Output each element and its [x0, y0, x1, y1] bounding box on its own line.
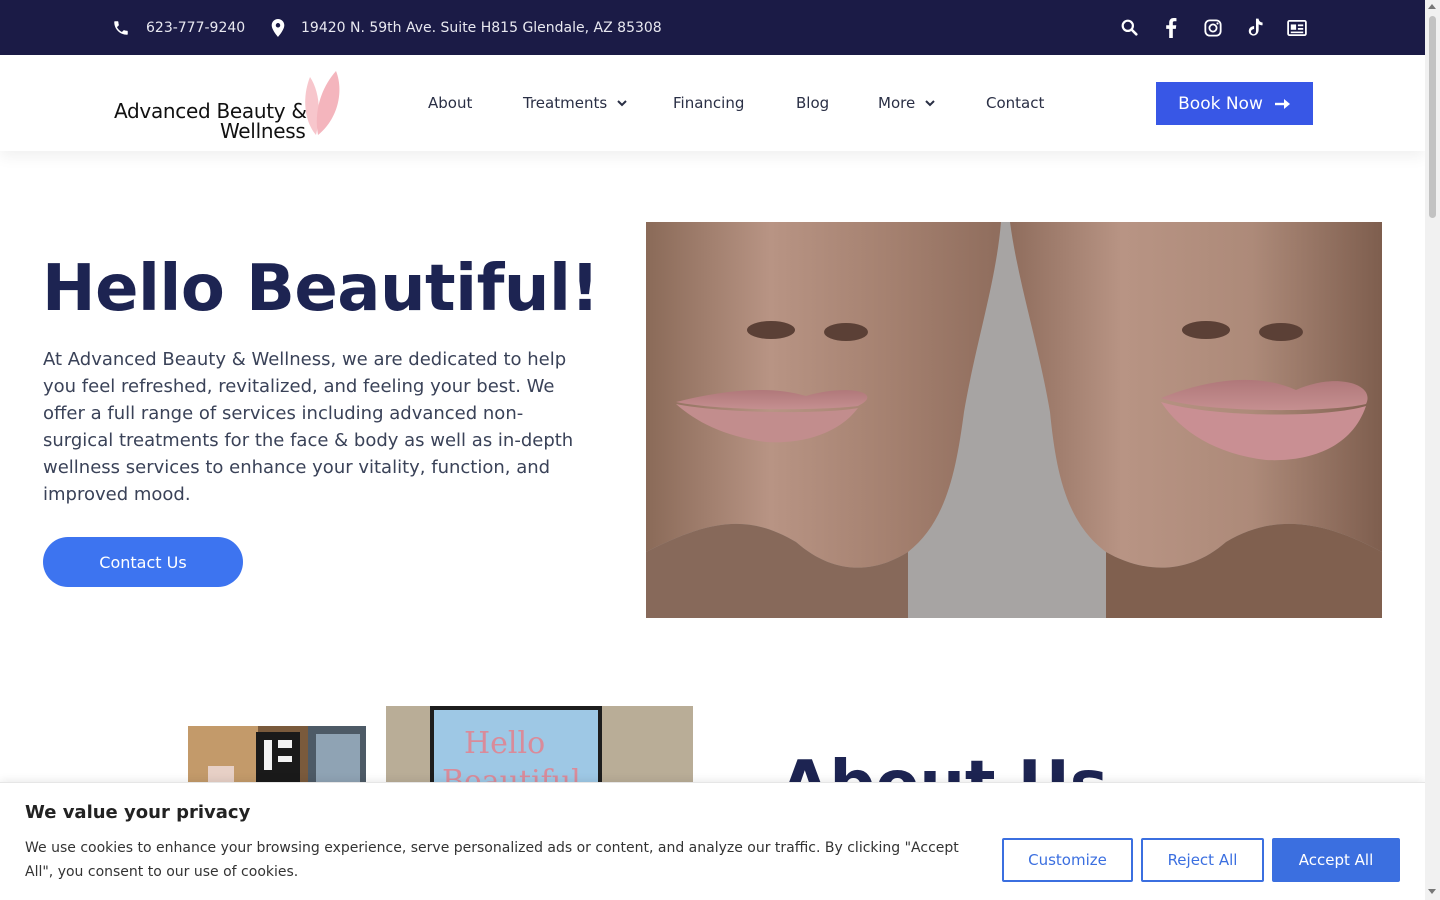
chevron-down-icon — [617, 99, 627, 106]
hero-description: At Advanced Beauty & Wellness, we are de… — [43, 349, 574, 505]
hero-lips-before-after-image — [646, 222, 1382, 618]
top-bar: 623-777-9240 19420 N. 59th Ave. Suite H8… — [0, 0, 1425, 55]
map-pin-icon — [271, 18, 285, 37]
book-now-button[interactable]: Book Now — [1156, 82, 1313, 125]
instagram-icon[interactable] — [1203, 18, 1223, 38]
address-text: 19420 N. 59th Ave. Suite H815 Glendale, … — [301, 19, 662, 36]
accept-all-button[interactable]: Accept All — [1272, 838, 1400, 882]
nav-contact[interactable]: Contact — [986, 94, 1044, 112]
nav-financing[interactable]: Financing — [673, 94, 744, 112]
cookie-title: We value your privacy — [25, 802, 251, 823]
search-icon[interactable] — [1119, 18, 1139, 38]
nav-about[interactable]: About — [428, 94, 472, 112]
site-logo[interactable]: Advanced Beauty & Wellness — [112, 69, 344, 143]
nav-financing-label: Financing — [673, 94, 745, 112]
tiktok-icon[interactable] — [1245, 18, 1265, 38]
nav-about-label: About — [428, 94, 473, 112]
customize-button[interactable]: Customize — [1002, 838, 1133, 882]
nav-treatments-label: Treatments — [523, 94, 608, 112]
logo-petal-icon — [305, 71, 340, 135]
book-now-label: Book Now — [1178, 93, 1263, 114]
phone-icon — [114, 20, 128, 35]
chevron-down-icon — [925, 99, 935, 106]
nav-more-label: More — [878, 94, 916, 112]
main-header: Advanced Beauty & Wellness About Treatme… — [0, 55, 1425, 151]
scrollbar-thumb[interactable] — [1429, 16, 1436, 218]
facebook-icon[interactable] — [1161, 17, 1181, 38]
reject-all-label: Reject All — [1167, 851, 1238, 869]
page-scrollbar[interactable] — [1425, 0, 1440, 900]
arrow-right-icon — [1274, 98, 1290, 109]
nav-blog-label: Blog — [796, 94, 830, 112]
nav-more[interactable]: More — [878, 94, 935, 112]
hero-title: Hello Beautiful! — [42, 252, 600, 326]
contact-card-icon[interactable] — [1287, 18, 1307, 38]
social-icons — [1119, 0, 1307, 55]
reject-all-button[interactable]: Reject All — [1141, 838, 1264, 882]
tv-screen-text-1: Hello — [464, 726, 546, 761]
address-link[interactable]: 19420 N. 59th Ave. Suite H815 Glendale, … — [271, 0, 662, 55]
nav-treatments[interactable]: Treatments — [523, 94, 627, 112]
scroll-down-arrow-icon[interactable] — [1428, 889, 1436, 894]
logo-text-line2: Wellness — [220, 119, 306, 143]
accept-all-label: Accept All — [1298, 851, 1374, 869]
scroll-up-arrow-icon[interactable] — [1428, 4, 1436, 9]
contact-us-label: Contact Us — [99, 552, 187, 572]
phone-link[interactable]: 623-777-9240 — [112, 0, 245, 55]
cookie-consent-banner: We value your privacy We use cookies to … — [0, 782, 1425, 900]
customize-label: Customize — [1028, 851, 1107, 869]
contact-us-button[interactable]: Contact Us — [43, 537, 243, 587]
nav-contact-label: Contact — [986, 94, 1045, 112]
nav-blog[interactable]: Blog — [796, 94, 829, 112]
cookie-description: We use cookies to enhance your browsing … — [25, 840, 959, 880]
phone-number: 623-777-9240 — [146, 19, 246, 36]
